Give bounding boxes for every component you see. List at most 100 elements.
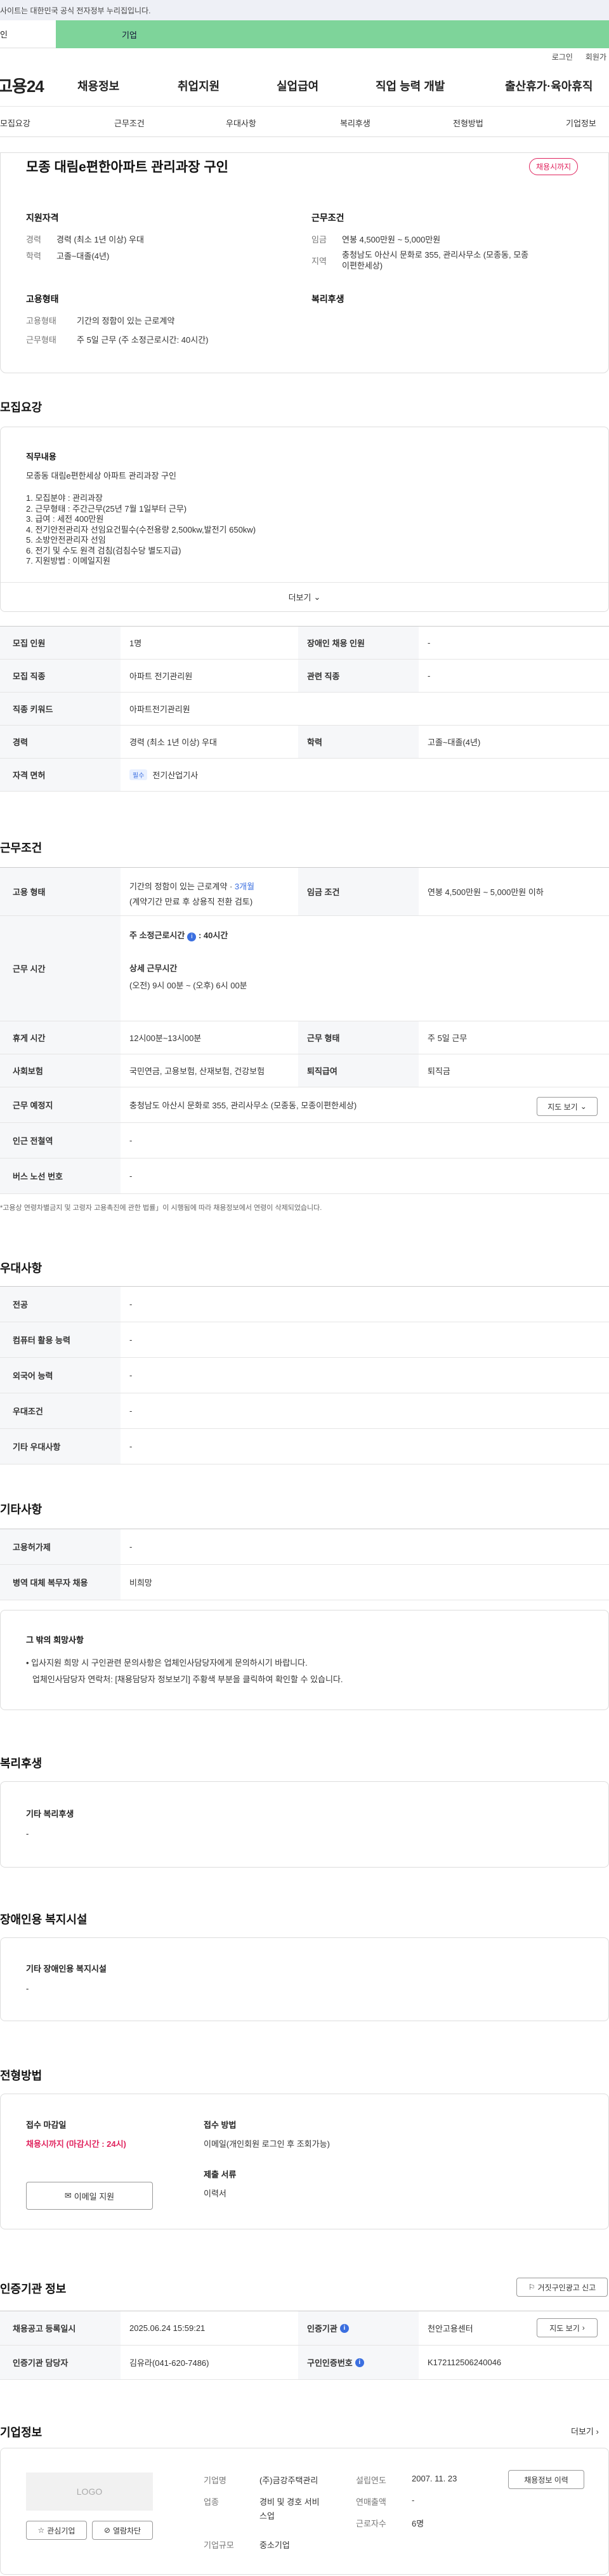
table-row: 모집 직종 아파트 전기관리원 관련 직종 - <box>0 660 609 693</box>
etc-table: 고용허가제 - 병역 대체 복무자 채용 비희망 <box>0 1529 609 1600</box>
size-value: 중소기업 <box>259 2540 290 2550</box>
nav-training[interactable]: 직업 능력 개발 <box>376 77 505 94</box>
wage-field: 임금 연봉 4,500만원 ~ 5,000만원 <box>311 235 441 244</box>
more-button[interactable]: 더보기 ⌄ <box>1 582 608 611</box>
nav-employment-support[interactable]: 취업지원 <box>178 77 277 94</box>
nav-leave[interactable]: 출산휴가·육아휴직 <box>505 77 593 94</box>
job-desc-heading: 직무내용 <box>26 452 56 461</box>
info-icon[interactable]: i <box>339 2323 349 2333</box>
hope-line: • 입사지원 희망 시 구인관련 문의사항은 업체인사담당자에게 문의하시기 바… <box>26 1658 308 1668</box>
welfare-heading: 복리후생 <box>311 294 344 304</box>
revenue-value: - <box>412 2495 415 2505</box>
info-icon[interactable]: i <box>187 932 197 941</box>
industry-value: 경비 및 경호 서비 스업 <box>259 2497 320 2521</box>
employment-type-heading: 고용형태 <box>26 294 59 304</box>
worktype-field: 근무형태 주 5일 근무 (주 소정근로시간: 40시간) <box>26 335 209 345</box>
table-row: 전공 - <box>0 1287 609 1322</box>
job-desc-line: 모종동 대림e편한세상 아파트 관리과장 구인 <box>26 471 176 481</box>
cert-map-button[interactable]: 지도 보기 › <box>537 2318 598 2337</box>
table-row: 근무 예정지 충청남도 아산시 문화로 355, 관리사무소 (모종동, 모종이편… <box>0 1087 609 1123</box>
method-value: 이메일(개인회원 로그인 후 조회가능) <box>204 2139 330 2149</box>
pref-table: 전공 - 컴퓨터 활용 능력 - 외국어 능력 - 우대조건 - 기타 우대사항 - <box>0 1286 609 1464</box>
site-tabs: 인 기업 <box>0 20 609 48</box>
job-summary-card: 모종 대림e편한아파트 관리과장 구인 채용시까지 지원자격 경력 경력 (최소 … <box>0 152 609 373</box>
company-section-title: 기업정보 <box>0 2426 43 2439</box>
gov-banner: 사이트는 대한민국 공식 전자정부 누리집입니다. <box>0 0 609 20</box>
chevron-down-icon: ⌄ <box>313 592 321 602</box>
screening-section-title: 전형방법 <box>0 2069 43 2082</box>
company-name-label: 기업명 <box>204 2476 226 2485</box>
tab-individual-label: 인 <box>0 30 8 39</box>
site-logo[interactable]: 고용24 <box>0 74 67 97</box>
tab-company[interactable]: 기업 <box>56 20 609 48</box>
subnav-company[interactable]: 기업정보 <box>566 117 596 129</box>
table-row: 버스 노선 번호 - <box>0 1159 609 1194</box>
docs-heading: 제출 서류 <box>204 2170 237 2179</box>
cert-section-title: 인증기관 정보 <box>0 2283 67 2295</box>
table-row: 모집 인원 1명 장애인 채용 인원 - <box>0 627 609 660</box>
tab-individual[interactable]: 인 <box>0 20 56 48</box>
table-row: 직종 키워드 아파트전기관리원 <box>0 693 609 726</box>
company-name: (주)금강주택관리 <box>259 2476 318 2485</box>
util-links: 로그인 회원가 <box>0 48 609 65</box>
table-row: 사회보험 국민연금, 고용보험, 산재보험, 건강보험 퇴직급여 퇴직금 <box>0 1054 609 1087</box>
nav-jobs[interactable]: 채용정보 <box>77 77 178 94</box>
email-apply-button[interactable]: ✉ 이메일 지원 <box>26 2182 153 2210</box>
table-row: 우대조건 - <box>0 1393 609 1429</box>
mail-icon: ✉ <box>64 2191 72 2200</box>
size-label: 기업규모 <box>204 2540 234 2550</box>
subnav-preferences[interactable]: 우대사항 <box>226 117 256 129</box>
job-desc-list: 1. 모집분야 : 관리과장 2. 근무형태 : 주간근무(25년 7월 1일부터… <box>26 493 256 566</box>
disabled-box: 기타 장애인용 복지시설 - <box>0 1937 609 2021</box>
table-row: 자격 면허 필수 전기산업기사 <box>0 759 609 792</box>
industry-label: 업종 <box>204 2497 219 2507</box>
founded-label: 설립연도 <box>356 2476 386 2485</box>
job-history-button[interactable]: 채용정보 이력 <box>508 2470 584 2489</box>
table-row: 인근 전철역 - <box>0 1123 609 1159</box>
disabled-section-title: 장애인용 복지시설 <box>0 1913 88 1926</box>
education-field: 학력 고졸~대졸(4년) <box>26 251 110 261</box>
favorite-button[interactable]: ☆ 관심기업 <box>26 2521 87 2540</box>
pref-section-title: 우대사항 <box>0 1262 43 1275</box>
emptype-field: 고용형태 기간의 정함이 있는 근로계약 <box>26 316 175 326</box>
company-more-link[interactable]: 더보기 › <box>571 2425 599 2437</box>
report-ad-button[interactable]: ⚐ 거짓구인광고 신고 <box>516 2278 608 2297</box>
info-icon[interactable]: i <box>355 2358 364 2367</box>
screening-box: 접수 마감일 채용시까지 (마감시간 : 24시) ✉ 이메일 지원 접수 방법 … <box>0 2094 609 2229</box>
staff-label: 근로자수 <box>356 2519 386 2528</box>
region-field: 지역충청남도 아산시 문화로 355, 관리사무소 (모종동, 모종 이편한세상) <box>311 250 529 270</box>
table-row: 고용 형태 기간의 정함이 있는 근로계약 · 3개월 (계약기간 만료 후 상용직… <box>0 868 609 916</box>
join-link[interactable]: 회원가 <box>586 51 606 62</box>
qualification-heading: 지원자격 <box>26 213 59 223</box>
map-button[interactable]: 지도 보기 ⌄ <box>537 1097 598 1116</box>
deadline-value: 채용시까지 (마감시간 : 24시) <box>26 2139 126 2149</box>
status-badge: 채용시까지 <box>529 158 579 175</box>
block-icon: ⊘ <box>103 2526 110 2535</box>
welfare-heading-label: 기타 복리후생 <box>26 1809 74 1819</box>
recruit-table: 모집 인원 1명 장애인 채용 인원 - 모집 직종 아파트 전기관리원 관련 직종 - 직… <box>0 626 609 792</box>
revenue-label: 연매출액 <box>356 2497 386 2507</box>
section-nav: 모집요강 근무조건 우대사항 복리후생 전형방법 기업정보 <box>0 107 609 137</box>
welfare-value: - <box>26 1829 29 1838</box>
company-logo: LOGO <box>26 2473 153 2511</box>
job-title: 모종 대림e편한아파트 관리과장 구인 <box>26 160 228 175</box>
subnav-welfare[interactable]: 복리후생 <box>340 117 370 129</box>
nav-unemployment[interactable]: 실업급여 <box>277 77 376 94</box>
work-section-title: 근무조건 <box>0 842 43 854</box>
table-row: 휴게 시간 12시00분~13시00분 근무 형태 주 5일 근무 <box>0 1021 609 1054</box>
report-icon: ⚐ <box>528 2283 535 2292</box>
block-button[interactable]: ⊘ 열람차단 <box>92 2521 153 2540</box>
welfare-section-title: 복리후생 <box>0 1757 43 1770</box>
subnav-conditions[interactable]: 근무조건 <box>114 117 145 129</box>
docs-value: 이력서 <box>204 2189 226 2198</box>
login-link[interactable]: 로그인 <box>552 51 573 62</box>
subnav-recruit[interactable]: 모집요강 <box>0 117 30 129</box>
conditions-heading: 근무조건 <box>311 213 344 223</box>
method-heading: 접수 방법 <box>204 2120 237 2130</box>
star-icon: ☆ <box>37 2526 45 2535</box>
table-row: 인증기관 담당자 김유라(041-620-7486) 구인인증번호 i K1721125… <box>0 2346 609 2380</box>
recruit-section-title: 모집요강 <box>0 401 43 414</box>
subnav-screening[interactable]: 전형방법 <box>453 117 483 129</box>
hope-line: 업체인사담당자 연락처: [채용담당자 정보보기] 주황색 부분을 클릭하여 확… <box>32 1675 343 1684</box>
career-field: 경력 경력 (최소 1년 이상) 우대 <box>26 235 144 244</box>
